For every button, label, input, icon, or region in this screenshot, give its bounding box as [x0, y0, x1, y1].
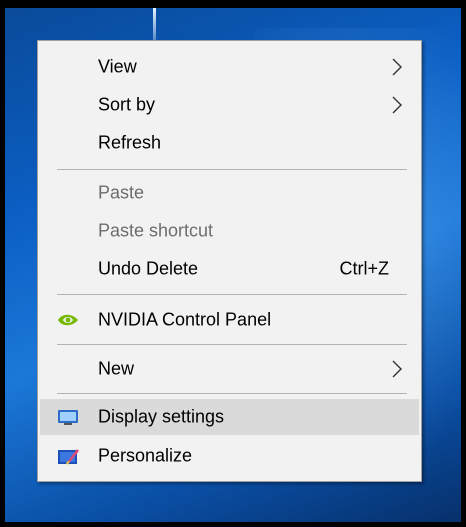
- monitor-icon: [58, 410, 78, 425]
- menu-item-new[interactable]: New: [40, 351, 419, 387]
- menu-item-personalize[interactable]: Personalize: [40, 438, 419, 474]
- chevron-right-icon: [392, 96, 402, 114]
- menu-item-label: Sort by: [98, 94, 156, 115]
- menu-item-label: New: [98, 358, 135, 379]
- menu-item-label: View: [98, 56, 137, 77]
- menu-item-undo-delete[interactable]: Undo Delete Ctrl+Z: [40, 251, 419, 287]
- chevron-right-icon: [392, 360, 402, 378]
- menu-item-label: NVIDIA Control Panel: [98, 309, 272, 330]
- nvidia-logo-icon: [58, 314, 78, 326]
- menu-item-view[interactable]: View: [40, 49, 419, 85]
- keyboard-shortcut: Ctrl+Z: [339, 258, 390, 279]
- menu-separator: [57, 344, 407, 345]
- menu-item-label: Paste shortcut: [98, 220, 214, 241]
- menu-item-paste-shortcut[interactable]: Paste shortcut: [40, 213, 419, 249]
- menu-item-paste[interactable]: Paste: [40, 175, 419, 211]
- menu-item-label: Refresh: [98, 132, 162, 153]
- menu-item-sort-by[interactable]: Sort by: [40, 87, 419, 123]
- menu-item-nvidia-control-panel[interactable]: NVIDIA Control Panel: [40, 302, 419, 338]
- menu-item-label: Undo Delete: [98, 258, 199, 279]
- personalize-icon: [58, 449, 79, 465]
- desktop-context-menu: View Sort by Refresh Paste Paste shortcu…: [37, 40, 422, 482]
- menu-item-label: Display settings: [98, 406, 225, 427]
- menu-separator: [57, 393, 407, 394]
- menu-item-display-settings[interactable]: Display settings: [40, 399, 419, 435]
- menu-item-refresh[interactable]: Refresh: [40, 125, 419, 161]
- menu-item-label: Personalize: [98, 445, 193, 466]
- chevron-right-icon: [392, 58, 402, 76]
- menu-separator: [57, 169, 407, 170]
- menu-separator: [57, 294, 407, 295]
- menu-item-label: Paste: [98, 182, 145, 203]
